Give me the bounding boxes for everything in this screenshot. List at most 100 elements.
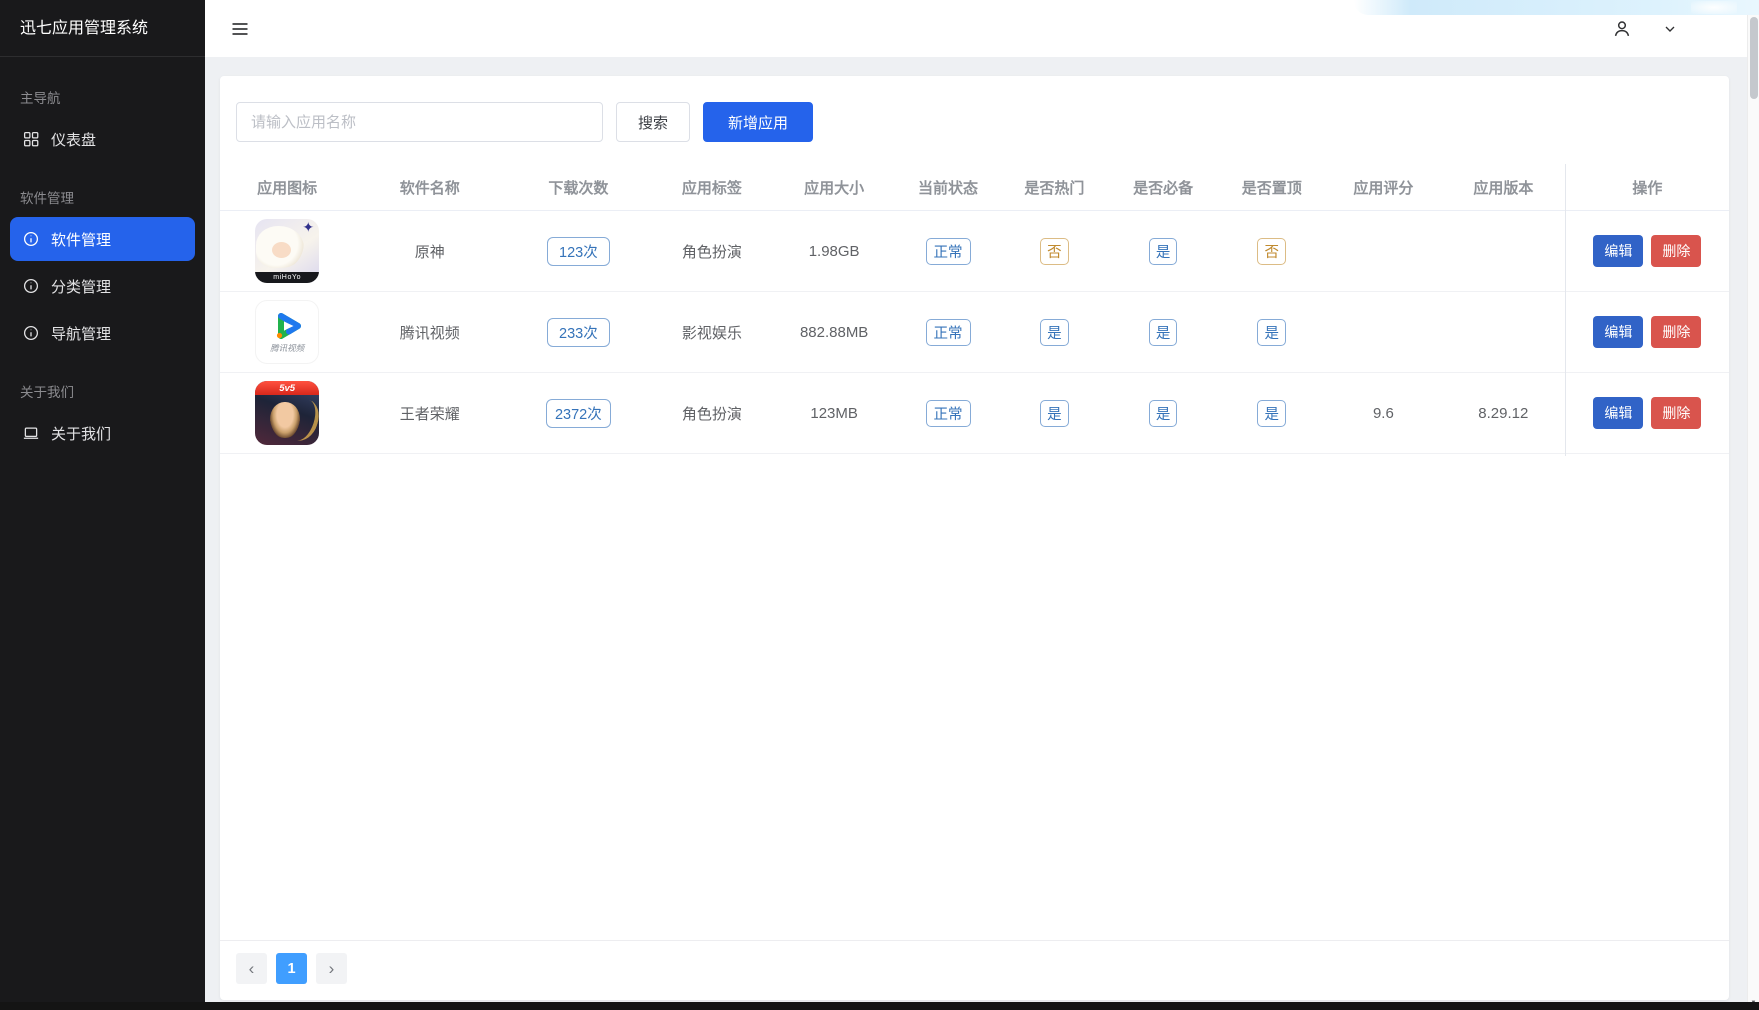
required-badge: 是: [1148, 237, 1178, 265]
status-badge: 正常: [925, 399, 971, 427]
sidebar-item-software-management[interactable]: 软件管理: [10, 217, 195, 261]
info-circle-icon: [22, 324, 40, 342]
toolbar: 搜索 新增应用: [220, 76, 1729, 164]
pagination-next-button[interactable]: ›: [316, 953, 347, 984]
play-triangle-icon: [277, 312, 302, 339]
col-header-rating: 应用评分: [1353, 179, 1414, 197]
status-badge: 正常: [925, 237, 971, 265]
pinned-cell: 是: [1217, 399, 1326, 427]
required-cell: 是: [1109, 318, 1218, 346]
topbar-user-area: [1607, 14, 1685, 44]
monitor-icon: [22, 424, 40, 442]
delete-button[interactable]: 删除: [1651, 316, 1702, 348]
sidebar-item-dashboard[interactable]: 仪表盘: [10, 117, 195, 161]
required-cell: 是: [1109, 399, 1218, 427]
col-header-version: 应用版本: [1473, 179, 1534, 197]
nav-section-label-software: 软件管理: [20, 191, 74, 206]
sidebar-item-label: 分类管理: [51, 278, 112, 296]
edit-button[interactable]: 编辑: [1593, 235, 1644, 267]
sidebar-item-navigation-management[interactable]: 导航管理: [10, 311, 195, 355]
app-icon-caption: 腾讯视频: [270, 342, 305, 353]
required-badge: 是: [1148, 318, 1178, 346]
main-area: 搜索 新增应用 应用图标 软件名称 下载次数 应用标签 应用大小 当前状态 是否…: [205, 0, 1747, 1010]
hamburger-menu-icon[interactable]: [225, 14, 255, 44]
sidebar-nav: 主导航 仪表盘 软件管理 软件管理 分类管理 导航管理 关于我们 关于我们: [0, 57, 205, 458]
edit-button[interactable]: 编辑: [1593, 316, 1644, 348]
notification-blob: [1691, 1, 1737, 14]
tencent-video-app-icon: 腾讯视频: [255, 300, 320, 364]
info-circle-icon: [22, 277, 40, 295]
chevron-right-icon: ›: [328, 958, 335, 978]
actions-cell: 编辑 删除: [1566, 397, 1729, 429]
pinned-cell: 否: [1217, 237, 1326, 265]
sidebar-item-about-us[interactable]: 关于我们: [10, 411, 195, 455]
hot-cell: 是: [1000, 318, 1109, 346]
pinned-badge: 否: [1257, 237, 1286, 265]
sidebar-item-category-management[interactable]: 分类管理: [10, 264, 195, 308]
col-header-app-icon: 应用图标: [257, 179, 318, 197]
pinned-cell: 是: [1217, 318, 1326, 346]
col-header-downloads: 下载次数: [548, 179, 609, 197]
hot-cell: 是: [1000, 399, 1109, 427]
table-row: ✦ miHoYo 原神 123次 角色扮演 1.98GB 正常 否 是 否 编辑…: [220, 211, 1729, 292]
pagination-page-1-button[interactable]: 1: [276, 953, 307, 984]
dashboard-grid-icon: [22, 130, 40, 148]
table-row: 5v5 王者荣耀 2372次 角色扮演 123MB 正常 是 是 是 9.6 8…: [220, 373, 1729, 454]
required-badge: 是: [1148, 399, 1178, 427]
app-window: 迅七应用管理系统 主导航 仪表盘 软件管理 软件管理 分类管理 导航管理 关于我…: [0, 0, 1759, 1010]
hot-cell: 否: [1000, 237, 1109, 265]
app-tag: 角色扮演: [681, 243, 742, 261]
col-header-name: 软件名称: [399, 179, 460, 197]
downloads-cell: 233次: [505, 317, 651, 347]
app-icon-cell: 腾讯视频: [220, 300, 354, 364]
downloads-cell: 2372次: [505, 398, 651, 428]
honor-of-kings-app-icon: 5v5: [255, 381, 320, 445]
sidebar: 迅七应用管理系统 主导航 仪表盘 软件管理 软件管理 分类管理 导航管理 关于我…: [0, 0, 205, 1010]
search-input[interactable]: [236, 102, 603, 142]
col-header-required: 是否必备: [1133, 179, 1194, 197]
sidebar-item-label: 导航管理: [51, 325, 112, 343]
pagination: ‹ 1 ›: [220, 940, 1729, 1000]
col-header-tag: 应用标签: [681, 179, 742, 197]
sidebar-item-label: 仪表盘: [51, 131, 97, 149]
col-header-hot: 是否热门: [1024, 179, 1085, 197]
vertical-scrollbar[interactable]: ▲ ▼: [1747, 0, 1759, 1010]
edit-button[interactable]: 编辑: [1593, 397, 1644, 429]
search-button[interactable]: 搜索: [616, 102, 691, 142]
app-tag: 影视娱乐: [681, 324, 742, 342]
app-name: 王者荣耀: [399, 405, 460, 423]
user-icon[interactable]: [1607, 14, 1637, 44]
star-icon: ✦: [302, 219, 315, 235]
status-badge: 正常: [925, 318, 971, 346]
chevron-down-icon[interactable]: [1655, 14, 1685, 44]
nav-section-label-main: 主导航: [20, 91, 61, 106]
hot-badge: 否: [1040, 237, 1069, 265]
actions-cell: 编辑 删除: [1566, 316, 1729, 348]
app-icon-cell: 5v5: [220, 381, 354, 445]
nav-section-label-about: 关于我们: [20, 385, 74, 400]
col-header-size: 应用大小: [804, 179, 865, 197]
hot-badge: 是: [1040, 399, 1069, 427]
app-title: 迅七应用管理系统: [0, 0, 205, 57]
pinned-badge: 是: [1257, 399, 1286, 427]
app-name: 原神: [414, 243, 445, 261]
sidebar-item-label: 关于我们: [51, 425, 112, 443]
scrollbar-thumb[interactable]: [1750, 17, 1758, 99]
add-app-button[interactable]: 新增应用: [703, 102, 814, 142]
pagination-prev-button[interactable]: ‹: [236, 953, 267, 984]
col-header-pinned: 是否置顶: [1241, 179, 1302, 197]
notification-overlay: [1354, 0, 1759, 15]
downloads-badge: 123次: [546, 236, 610, 266]
downloads-badge: 233次: [546, 317, 610, 347]
table-header-row: 应用图标 软件名称 下载次数 应用标签 应用大小 当前状态 是否热门 是否必备 …: [220, 164, 1729, 211]
status-cell: 正常: [896, 399, 1000, 427]
delete-button[interactable]: 删除: [1651, 235, 1702, 267]
table-row: 腾讯视频 腾讯视频 233次 影视娱乐 882.88MB 正常 是 是 是 编辑…: [220, 292, 1729, 373]
status-cell: 正常: [896, 237, 1000, 265]
app-icon-caption: miHoYo: [255, 272, 320, 283]
actions-cell: 编辑 删除: [1566, 235, 1729, 267]
downloads-cell: 123次: [505, 236, 651, 266]
app-icon-caption: 5v5: [255, 381, 320, 395]
delete-button[interactable]: 删除: [1651, 397, 1702, 429]
app-version: 8.29.12: [1478, 404, 1529, 422]
